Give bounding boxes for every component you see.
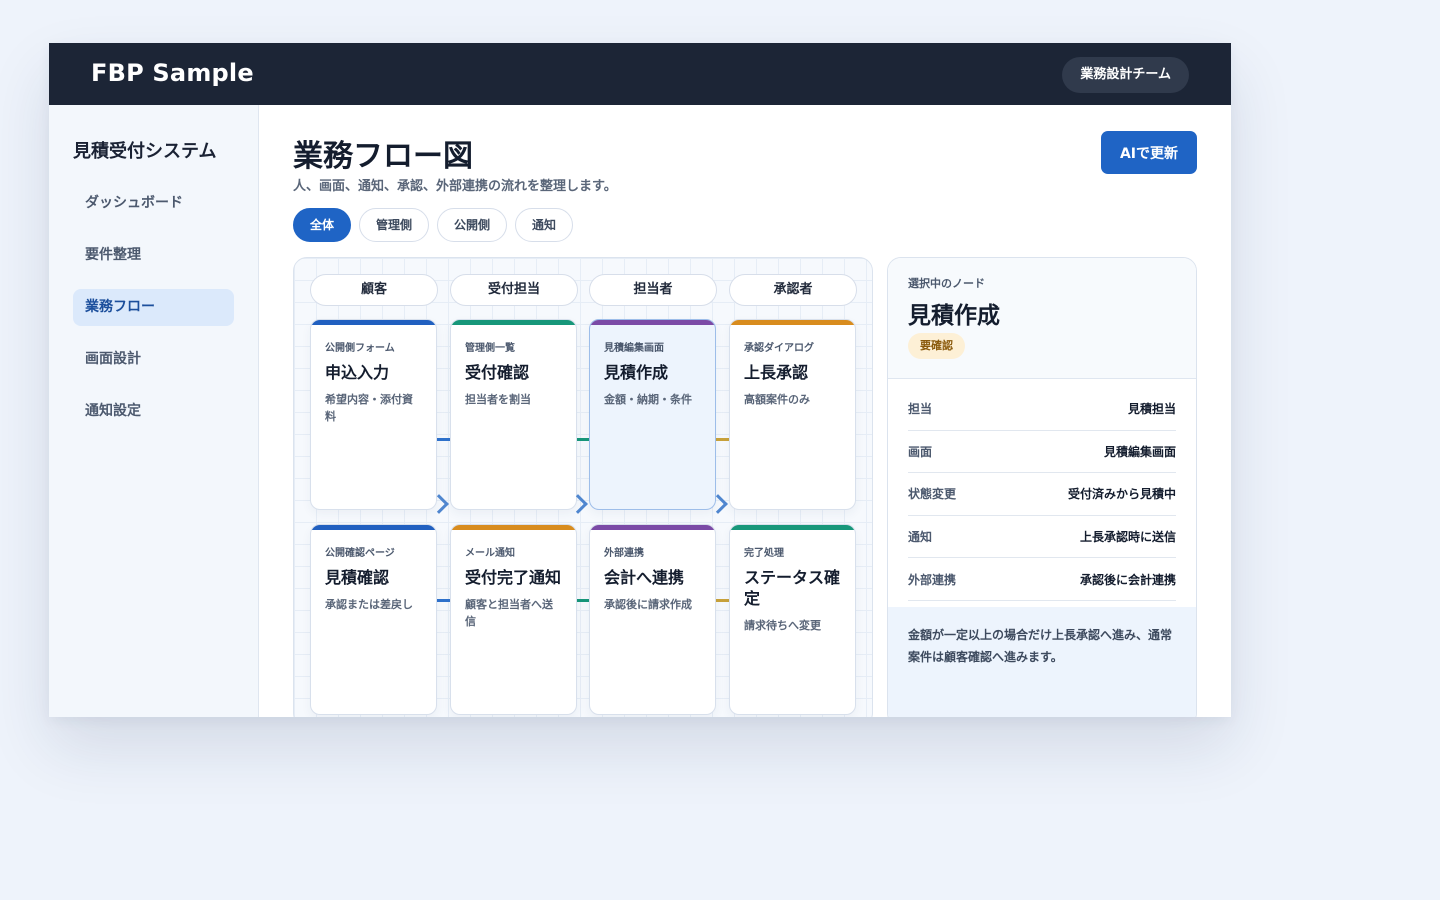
connector-line — [716, 599, 730, 602]
filter-chip-notification[interactable]: 通知 — [515, 208, 574, 242]
node-title: 受付完了通知 — [465, 568, 562, 587]
node-description: 高額案件のみ — [744, 393, 810, 406]
node-description: 希望内容・添付資料 — [325, 393, 413, 423]
detail-key: 状態変更 — [908, 487, 957, 502]
lane-color-bar — [311, 320, 436, 325]
flow-board: 顧客 受付担当 担当者 承認者 公開側フォーム 申込入力 希望内容・添付資料 管… — [293, 257, 873, 717]
sidebar-item-business-flow[interactable]: 業務フロー — [73, 289, 234, 326]
sidebar-item-screen-design[interactable]: 画面設計 — [73, 341, 234, 378]
lane-header-customer: 顧客 — [310, 274, 438, 306]
node-title: 会計へ連携 — [604, 568, 685, 587]
panel-note: 金額が一定以上の場合だけ上長承認へ進み、通常案件は顧客確認へ進みます。 — [888, 607, 1196, 717]
connector-line — [576, 438, 590, 441]
detail-value: 受付済みから見積中 — [1067, 487, 1176, 502]
flow-node-card-selected[interactable]: 見積編集画面 見積作成 金額・納期・条件 — [589, 319, 716, 510]
detail-value: 見積担当 — [1127, 402, 1176, 417]
detail-row: 担当 見積担当 — [908, 388, 1176, 431]
ai-update-button[interactable]: AIで更新 — [1101, 131, 1197, 174]
app-window: FBP Sample 業務設計チーム 見積受付システム ダッシュボード 要件整理… — [49, 43, 1231, 717]
flow-node-card[interactable]: 公開側フォーム 申込入力 希望内容・添付資料 — [310, 319, 437, 510]
node-description: 承認後に請求作成 — [604, 598, 692, 611]
connector-line — [716, 438, 730, 441]
detail-key: 外部連携 — [908, 572, 957, 587]
node-title: 見積確認 — [325, 568, 390, 587]
lane-color-bar — [730, 320, 855, 325]
lane-color-bar — [730, 525, 855, 530]
detail-value: 承認後に会計連携 — [1079, 572, 1176, 587]
node-title: 上長承認 — [744, 363, 809, 382]
connector-line — [437, 438, 451, 441]
status-badge: 要確認 — [908, 333, 965, 359]
flow-node-card[interactable]: 公開確認ページ 見積確認 承認または差戻し — [310, 524, 437, 715]
lane-color-bar — [451, 525, 576, 530]
flow-node-card[interactable]: 承認ダイアログ 上長承認 高額案件のみ — [729, 319, 856, 510]
lane-color-bar — [451, 320, 576, 325]
node-kicker: 管理側一覧 — [465, 343, 515, 354]
node-title: 受付確認 — [465, 363, 530, 382]
brand-logo[interactable]: FBP Sample — [91, 59, 254, 87]
connector-line — [576, 599, 590, 602]
node-kicker: 公開側フォーム — [325, 343, 395, 354]
sidebar-item-dashboard[interactable]: ダッシュボード — [73, 185, 234, 222]
detail-value: 上長承認時に送信 — [1079, 530, 1176, 545]
node-description: 金額・納期・条件 — [604, 393, 692, 406]
flow-node-card[interactable]: 管理側一覧 受付確認 担当者を割当 — [450, 319, 577, 510]
sidebar-item-notification-settings[interactable]: 通知設定 — [73, 393, 234, 430]
top-bar: FBP Sample 業務設計チーム — [49, 43, 1231, 105]
panel-title: 見積作成 — [908, 303, 1000, 329]
node-kicker: メール通知 — [465, 548, 515, 559]
node-title: 見積作成 — [604, 363, 669, 382]
main-content: 業務フロー図 人、画面、通知、承認、外部連携の流れを整理します。 AIで更新 全… — [259, 105, 1231, 717]
lane-color-bar — [590, 320, 715, 325]
flow-node-card[interactable]: 外部連携 会計へ連携 承認後に請求作成 — [589, 524, 716, 715]
lane-header-approver: 承認者 — [729, 274, 857, 306]
filter-chips: 全体 管理側 公開側 通知 — [293, 208, 574, 242]
detail-row: 画面 見積編集画面 — [908, 431, 1176, 474]
filter-chip-all[interactable]: 全体 — [293, 208, 352, 242]
page-title: 業務フロー図 — [293, 139, 473, 174]
node-kicker: 公開確認ページ — [325, 548, 395, 559]
node-kicker: 見積編集画面 — [604, 343, 664, 354]
node-description: 担当者を割当 — [465, 393, 531, 406]
lane-header-assignee: 担当者 — [589, 274, 717, 306]
connector-line — [437, 599, 451, 602]
node-kicker: 完了処理 — [744, 548, 784, 559]
page-subtitle: 人、画面、通知、承認、外部連携の流れを整理します。 — [293, 179, 617, 194]
node-description: 請求待ちへ変更 — [744, 619, 821, 632]
detail-row: 外部連携 承認後に会計連携 — [908, 558, 1176, 601]
filter-chip-public[interactable]: 公開側 — [437, 208, 508, 242]
node-title: ステータス確定 — [744, 568, 841, 608]
detail-value: 見積編集画面 — [1103, 444, 1176, 459]
sidebar: 見積受付システム ダッシュボード 要件整理 業務フロー 画面設計 通知設定 — [49, 105, 259, 717]
team-switcher[interactable]: 業務設計チーム — [1062, 57, 1189, 93]
detail-key: 担当 — [908, 402, 933, 417]
detail-row: 通知 上長承認時に送信 — [908, 516, 1176, 559]
node-detail-panel: 選択中のノード 見積作成 要確認 担当 見積担当 画面 見積編集画面 状態変更 … — [887, 257, 1197, 717]
panel-header: 選択中のノード 見積作成 要確認 — [888, 258, 1196, 379]
detail-rows: 担当 見積担当 画面 見積編集画面 状態変更 受付済みから見積中 通知 上長承認… — [908, 388, 1176, 601]
node-kicker: 承認ダイアログ — [744, 343, 814, 354]
sidebar-item-requirements[interactable]: 要件整理 — [73, 237, 234, 274]
node-description: 顧客と担当者へ送信 — [465, 598, 553, 628]
flow-node-card[interactable]: 完了処理 ステータス確定 請求待ちへ変更 — [729, 524, 856, 715]
node-kicker: 外部連携 — [604, 548, 644, 559]
lane-color-bar — [590, 525, 715, 530]
lane-color-bar — [311, 525, 436, 530]
lane-header-reception: 受付担当 — [450, 274, 578, 306]
system-title: 見積受付システム — [73, 141, 217, 162]
detail-row: 状態変更 受付済みから見積中 — [908, 473, 1176, 516]
filter-chip-admin[interactable]: 管理側 — [359, 208, 430, 242]
detail-key: 画面 — [908, 444, 933, 459]
node-title: 申込入力 — [325, 363, 390, 382]
node-description: 承認または差戻し — [325, 598, 413, 611]
panel-kicker: 選択中のノード — [908, 277, 985, 290]
flow-node-card[interactable]: メール通知 受付完了通知 顧客と担当者へ送信 — [450, 524, 577, 715]
detail-key: 通知 — [908, 530, 933, 545]
